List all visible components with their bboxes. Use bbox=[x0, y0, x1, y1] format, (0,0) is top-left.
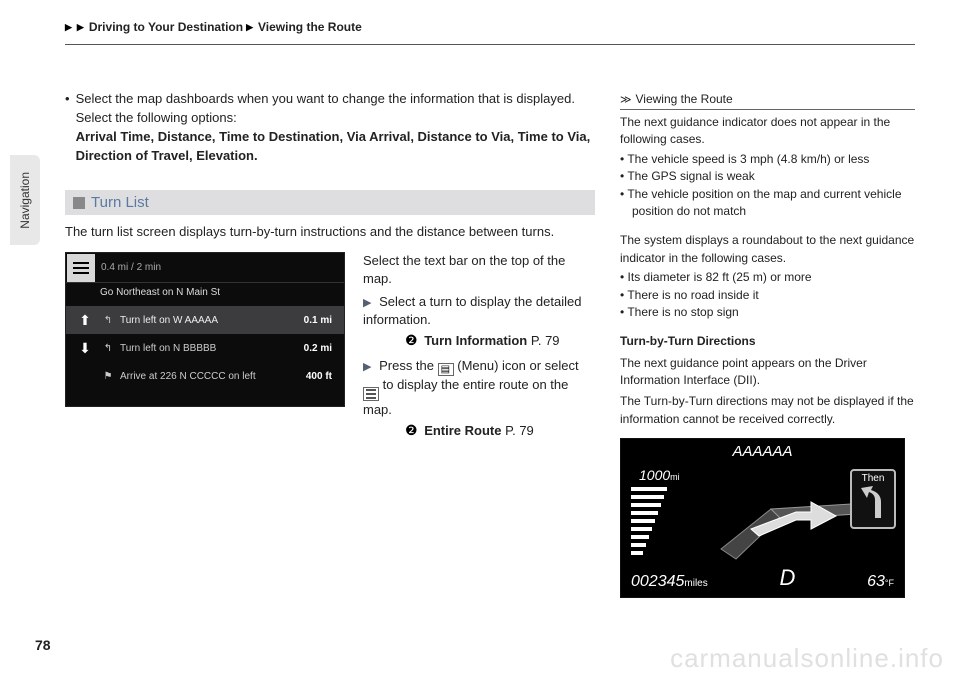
nav-row2-dist: 0.2 mi bbox=[304, 343, 336, 354]
tri-bullet-icon: ▶ bbox=[363, 297, 371, 309]
up-arrow-icon: ⬆ bbox=[74, 312, 96, 329]
turnlist-screenshot: 0.4 mi / 2 min Go Northeast on N Main St… bbox=[65, 252, 345, 407]
side-heading-text: Viewing the Route bbox=[636, 92, 733, 106]
tri-icon: ▶ bbox=[77, 22, 84, 33]
xref-icon: ❷ bbox=[405, 422, 418, 438]
dii-distance: 1000mi bbox=[639, 467, 680, 483]
turn-left-icon: ↰ bbox=[100, 315, 116, 326]
side-list1: The vehicle speed is 3 mph (4.8 km/h) or… bbox=[620, 151, 915, 221]
nav-go-text: Go Northeast on N Main St bbox=[66, 283, 344, 306]
dii-bottom-bar: 002345miles D 63°F bbox=[631, 565, 894, 591]
side-l2a: Its diameter is 82 ft (25 m) or more bbox=[620, 269, 915, 286]
side-p4: The Turn-by-Turn directions may not be d… bbox=[620, 393, 915, 428]
nav-row1-dist: 0.1 mi bbox=[304, 315, 336, 326]
breadcrumb-a: Driving to Your Destination bbox=[89, 20, 243, 34]
section-heading-text: Turn List bbox=[91, 194, 149, 211]
side-l2c: There is no stop sign bbox=[620, 304, 915, 321]
dash-option-intro: Select the map dashboards when you want … bbox=[76, 91, 575, 125]
side-tab-navigation: Navigation bbox=[10, 155, 40, 245]
instruction-b2c: to display the entire route on the map. bbox=[363, 377, 568, 417]
breadcrumb-b: Viewing the Route bbox=[258, 20, 362, 34]
dii-odometer: 002345miles bbox=[631, 573, 708, 591]
dii-screenshot: AAAAAA 1000mi Then bbox=[620, 438, 905, 598]
instruction-b1: Select a turn to display the detailed in… bbox=[363, 294, 581, 327]
dii-arrow-3d bbox=[701, 474, 861, 569]
page-number: 78 bbox=[35, 637, 51, 653]
nav-top-info: 0.4 mi / 2 min bbox=[101, 262, 161, 273]
nav-row3-text: Arrive at 226 N CCCCC on left bbox=[116, 371, 306, 382]
tri-icon: ▶ bbox=[246, 22, 253, 33]
down-arrow-icon: ⬇ bbox=[74, 340, 96, 357]
breadcrumb: ▶ ▶ Driving to Your Destination ▶ Viewin… bbox=[65, 20, 915, 34]
instruction-b2a: Press the bbox=[379, 358, 438, 373]
section-heading-turnlist: Turn List bbox=[65, 190, 595, 215]
turn-left-icon: ↰ bbox=[100, 343, 116, 354]
turnlist-desc: The turn list screen displays turn-by-tu… bbox=[65, 223, 595, 242]
xref-turn-info: Turn Information bbox=[424, 333, 527, 348]
tri-bullet-icon: ▶ bbox=[363, 361, 371, 373]
square-icon bbox=[73, 197, 85, 209]
side-l1c: The vehicle position on the map and curr… bbox=[620, 186, 915, 221]
flag-icon: ⚑ bbox=[100, 371, 116, 382]
side-p2: The system displays a roundabout to the … bbox=[620, 232, 915, 267]
side-h2: Turn-by-Turn Directions bbox=[620, 334, 756, 348]
instruction-column: Select the text bar on the top of the ma… bbox=[363, 252, 595, 441]
side-l2b: There is no road inside it bbox=[620, 287, 915, 304]
menu-icon-inline bbox=[438, 363, 454, 376]
instruction-p1: Select the text bar on the top of the ma… bbox=[363, 252, 595, 288]
side-list2: Its diameter is 82 ft (25 m) or more The… bbox=[620, 269, 915, 321]
side-column: ≫ Viewing the Route The next guidance in… bbox=[620, 90, 915, 598]
dii-then-label: Then bbox=[852, 473, 894, 484]
side-l1b: The GPS signal is weak bbox=[620, 168, 915, 185]
xref-turn-info-page: P. 79 bbox=[531, 333, 560, 348]
dii-then-box: Then bbox=[850, 469, 896, 529]
xref-icon: ❷ bbox=[405, 332, 418, 348]
xref-entire-route: Entire Route bbox=[424, 423, 501, 438]
chev-icon: ≫ bbox=[620, 93, 632, 106]
watermark: carmanualsonline.info bbox=[670, 643, 944, 674]
nav-row3-dist: 400 ft bbox=[306, 371, 336, 382]
tri-icon: ▶ bbox=[65, 22, 72, 33]
dii-title: AAAAAA bbox=[621, 443, 904, 460]
side-l1a: The vehicle speed is 3 mph (4.8 km/h) or… bbox=[620, 151, 915, 168]
header-divider bbox=[65, 44, 915, 45]
side-heading: ≫ Viewing the Route bbox=[620, 92, 915, 110]
nav-row1-text: Turn left on W AAAAA bbox=[116, 315, 304, 326]
dii-then-arrow-icon bbox=[859, 484, 887, 520]
side-p3: The next guidance point appears on the D… bbox=[620, 355, 915, 390]
dash-option-list: Arrival Time, Distance, Time to Destinat… bbox=[76, 129, 591, 163]
bullet-icon: • bbox=[65, 90, 70, 165]
list-icon-inline bbox=[363, 387, 379, 401]
instruction-b2b: (Menu) icon or select bbox=[457, 358, 578, 373]
dii-temp: 63°F bbox=[867, 573, 894, 591]
side-tab-label: Navigation bbox=[18, 172, 32, 229]
dii-bars bbox=[631, 487, 671, 559]
side-p1: The next guidance indicator does not app… bbox=[620, 114, 915, 149]
menu-icon bbox=[67, 254, 95, 282]
main-column: • Select the map dashboards when you wan… bbox=[65, 90, 595, 598]
dii-gear: D bbox=[779, 565, 795, 591]
nav-row2-text: Turn left on N BBBBB bbox=[116, 343, 304, 354]
xref-entire-route-page: P. 79 bbox=[505, 423, 534, 438]
